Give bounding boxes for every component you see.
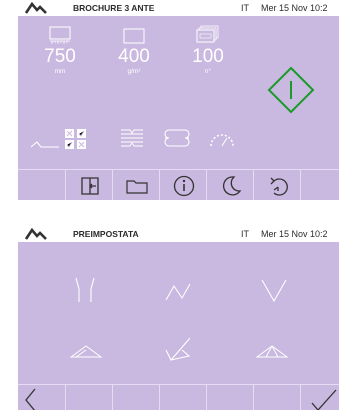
- fold-option-v[interactable]: [261, 279, 287, 303]
- info-button[interactable]: [159, 170, 207, 200]
- undo-icon: [266, 175, 290, 197]
- grid-options-button[interactable]: [64, 128, 88, 150]
- start-diamond-icon: [266, 65, 316, 115]
- fold-option-check[interactable]: [165, 336, 191, 362]
- toolbar-empty-cell: [159, 385, 207, 410]
- paper-weight-param[interactable]: 400 g/m²: [104, 22, 164, 92]
- fold-u-icon: [74, 277, 96, 303]
- undo-button[interactable]: [253, 170, 301, 200]
- datetime: Mer 15 Nov 10:2: [261, 229, 328, 239]
- exit-button[interactable]: [65, 170, 113, 200]
- back-button[interactable]: [18, 385, 65, 410]
- rollers-button[interactable]: [164, 128, 190, 148]
- folder-icon: [126, 178, 148, 194]
- folder-button[interactable]: [112, 170, 160, 200]
- toolbar-empty-cell: [112, 385, 160, 410]
- confirm-check-icon: [311, 389, 337, 410]
- toolbar-empty-cell: [300, 170, 339, 200]
- toolbar-empty-cell: [18, 170, 65, 200]
- brand-logo-icon: [25, 2, 47, 14]
- paper-weight-value: 400: [118, 46, 150, 67]
- length-ruler-icon: [49, 26, 71, 46]
- sheet-count-value: 100: [192, 46, 224, 67]
- sheet-count-param[interactable]: 100 n°: [178, 22, 238, 92]
- length-value: 750: [44, 46, 76, 67]
- crease-lines-button[interactable]: [120, 126, 144, 150]
- sheet-count-unit: n°: [204, 68, 212, 75]
- datetime: Mer 15 Nov 10:2: [261, 3, 328, 13]
- sleep-button[interactable]: [206, 170, 254, 200]
- back-arrow-icon: [23, 387, 37, 410]
- status-bar: BROCHURE 3 ANTE IT Mer 15 Nov 10:2: [18, 0, 339, 16]
- toolbar-empty-cell: [253, 385, 301, 410]
- language-indicator[interactable]: IT: [241, 226, 249, 242]
- info-icon: [173, 175, 195, 197]
- sleep-moon-icon: [220, 175, 242, 197]
- main-screen: BROCHURE 3 ANTE IT Mer 15 Nov 10:2 750 m…: [18, 0, 339, 200]
- paper-weight-unit: g/m²: [127, 68, 141, 75]
- fold-option-triangle[interactable]: [70, 344, 102, 358]
- fold-option-roof[interactable]: [256, 344, 288, 358]
- sheet-counter-icon: [196, 25, 220, 47]
- start-button[interactable]: [266, 65, 316, 115]
- preset-screen: PREIMPOSTATA IT Mer 15 Nov 10:2: [18, 226, 339, 410]
- fold-triangle-icon: [70, 344, 102, 358]
- rollers-icon: [164, 128, 190, 148]
- gauge-button[interactable]: [208, 130, 236, 148]
- grid-options-icon: [64, 128, 88, 150]
- language-indicator[interactable]: IT: [241, 0, 249, 16]
- bottom-toolbar: [18, 384, 339, 410]
- program-title: BROCHURE 3 ANTE: [73, 3, 155, 13]
- length-unit: mm: [54, 68, 66, 75]
- fold-roof-icon: [256, 344, 288, 358]
- fold-option-n[interactable]: [165, 282, 191, 302]
- exit-icon: [80, 176, 100, 196]
- fold-profile-button[interactable]: [30, 136, 60, 152]
- brand-logo-icon: [25, 228, 47, 240]
- bottom-toolbar: [18, 169, 339, 200]
- fold-v-icon: [261, 279, 287, 303]
- program-title: PREIMPOSTATA: [73, 229, 139, 239]
- status-bar: PREIMPOSTATA IT Mer 15 Nov 10:2: [18, 226, 339, 242]
- paper-weight-icon: [123, 26, 145, 46]
- fold-option-u[interactable]: [74, 277, 96, 303]
- gauge-icon: [208, 130, 236, 148]
- toolbar-empty-cell: [65, 385, 113, 410]
- fold-check-icon: [165, 336, 191, 362]
- fold-profile-icon: [30, 136, 60, 152]
- fold-n-icon: [165, 282, 191, 302]
- crease-lines-icon: [120, 126, 144, 150]
- confirm-button[interactable]: [300, 385, 339, 410]
- length-param[interactable]: 750 mm: [30, 22, 90, 92]
- toolbar-empty-cell: [206, 385, 254, 410]
